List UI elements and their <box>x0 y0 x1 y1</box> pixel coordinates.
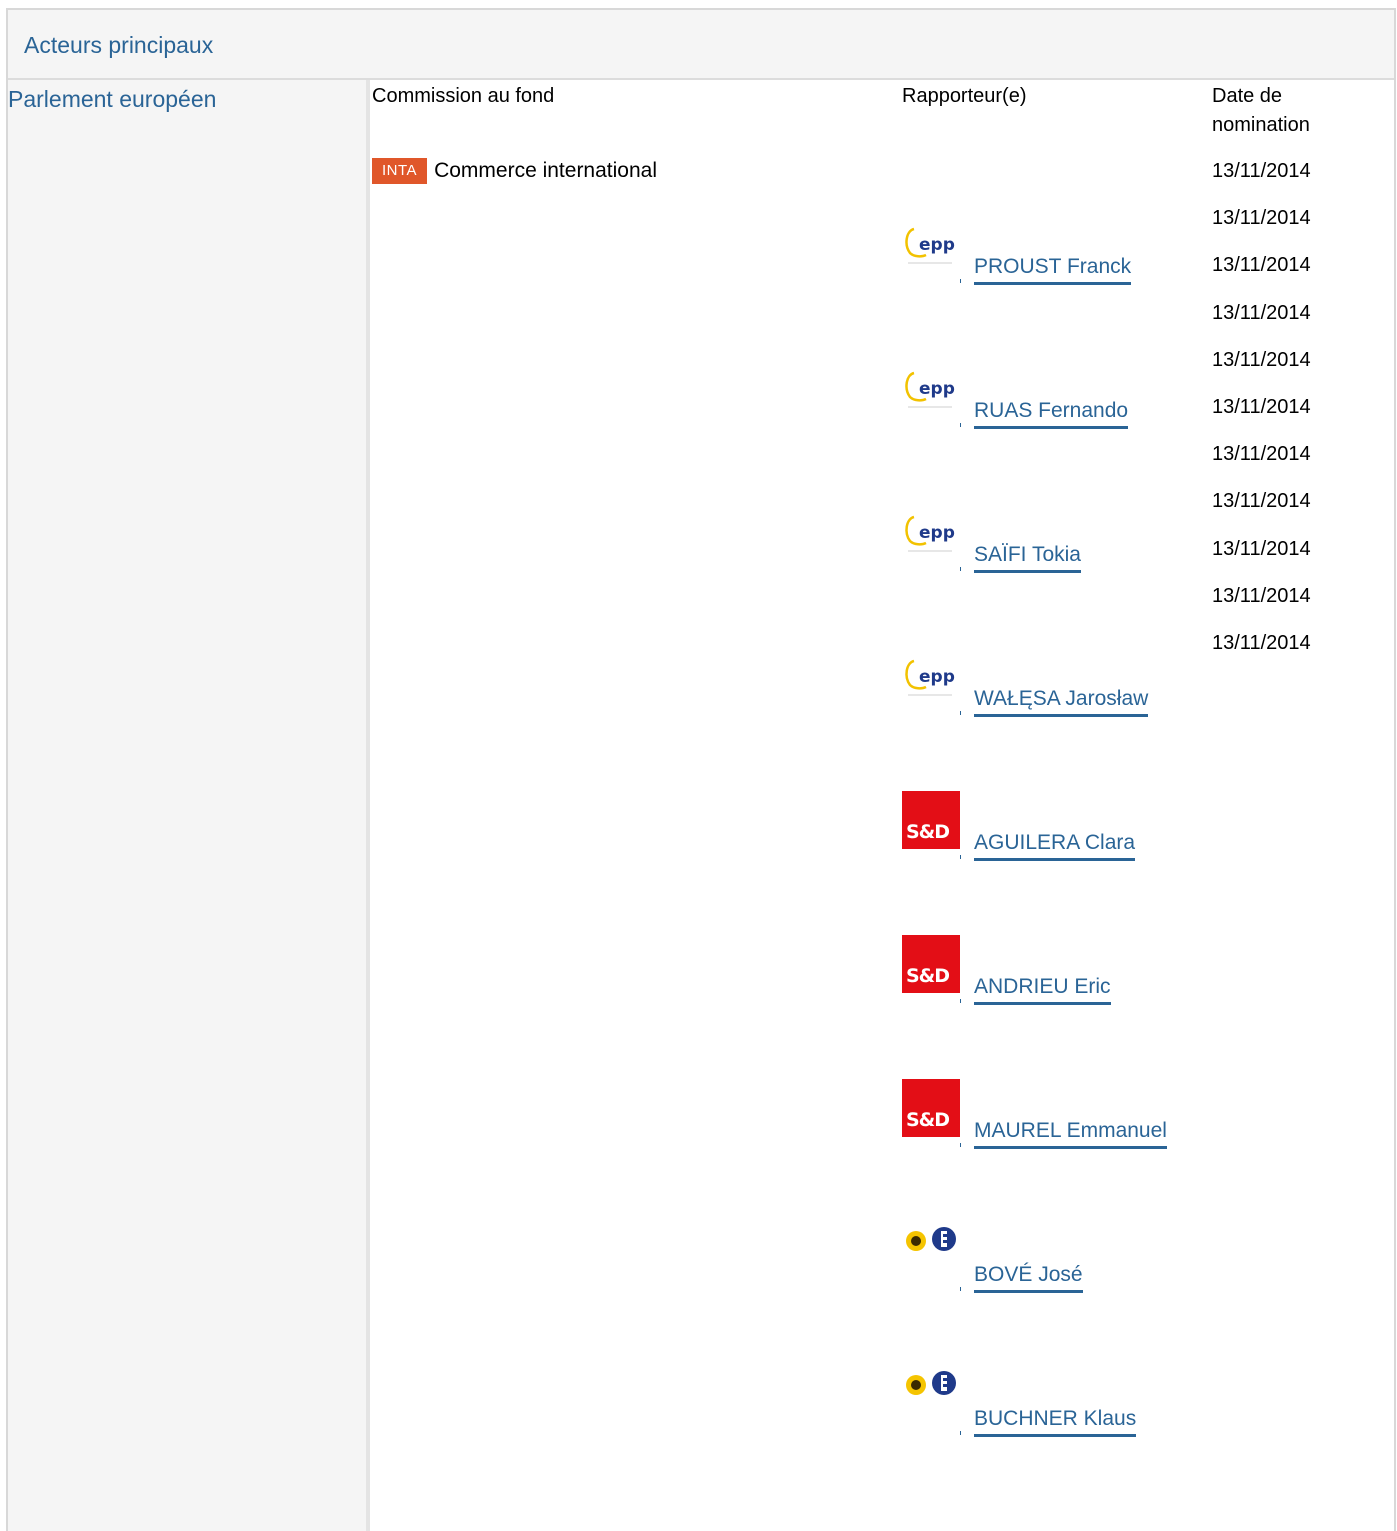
logo-link-tick <box>960 1431 961 1435</box>
rapporteur-row: BOVÉ José <box>902 1223 1202 1293</box>
rapporteur-row: epp WAŁĘSA Jarosław <box>902 647 1202 717</box>
rapporteur-column-header: Rapporteur(e) <box>902 85 1027 107</box>
logo-link-tick <box>960 1143 961 1147</box>
sd-logo-label: S&D <box>906 1109 950 1131</box>
epp-logo-icon: epp <box>902 647 960 705</box>
panel-title: Acteurs principaux <box>24 32 214 58</box>
institution-name[interactable]: Parlement européen <box>8 86 216 113</box>
rapporteur-row: S&D MAUREL Emmanuel <box>902 1079 1202 1149</box>
sd-logo-label: S&D <box>906 965 950 987</box>
logo-link-tick <box>960 423 961 427</box>
committee-name: Commerce international <box>434 159 657 182</box>
epp-logo-icon: epp <box>902 215 960 273</box>
committee-row: INTA Commerce international <box>372 158 657 184</box>
institution-column <box>8 80 370 1531</box>
rapporteur-name-link[interactable]: RUAS Fernando <box>974 399 1129 429</box>
nomination-date: 13/11/2014 <box>1212 584 1311 607</box>
nomination-date: 13/11/2014 <box>1212 537 1311 560</box>
svg-text:epp: epp <box>919 235 955 255</box>
rapporteur-name-link[interactable]: ANDRIEU Eric <box>974 975 1111 1005</box>
date-column-header: Date de nomination <box>1212 85 1310 136</box>
nomination-date: 13/11/2014 <box>1212 396 1311 418</box>
rapporteur-name-link[interactable]: BOVÉ José <box>974 1263 1083 1293</box>
committee-column-header: Commission au fond <box>372 85 555 107</box>
rapporteur-name-link[interactable]: WAŁĘSA Jarosław <box>974 687 1149 717</box>
greens-efa-logo-icon <box>902 1223 960 1281</box>
nomination-date: 13/11/2014 <box>1212 490 1311 513</box>
svg-text:epp: epp <box>919 523 955 543</box>
rapporteur-name-link[interactable]: SAÏFI Tokia <box>974 543 1081 573</box>
logo-link-tick <box>960 855 961 859</box>
sd-logo-label: S&D <box>906 821 950 843</box>
rapporteur-name-link[interactable]: AGUILERA Clara <box>974 831 1136 861</box>
epp-logo-icon: epp <box>902 503 960 561</box>
sd-logo-icon: S&D <box>902 791 960 849</box>
logo-link-tick <box>960 999 961 1003</box>
panel-header: Acteurs principaux <box>8 10 1394 80</box>
rapporteur-row: epp PROUST Franck <box>902 215 1202 285</box>
greens-efa-logo-icon <box>902 1367 960 1425</box>
nomination-date: 13/11/2014 <box>1212 254 1311 277</box>
rapporteur-row: epp RUAS Fernando <box>902 359 1202 429</box>
nomination-date: 13/11/2014 <box>1212 160 1311 182</box>
committee-badge: INTA <box>372 158 428 184</box>
rapporteur-row: BUCHNER Klaus <box>902 1367 1202 1437</box>
logo-link-tick <box>960 279 961 283</box>
svg-text:epp: epp <box>919 667 955 687</box>
nomination-date: 13/11/2014 <box>1212 443 1311 466</box>
nomination-date: 13/11/2014 <box>1212 207 1311 230</box>
epp-logo-icon: epp <box>902 359 960 417</box>
rapporteur-row: S&D ANDRIEU Eric <box>902 935 1202 1005</box>
sd-logo-icon: S&D <box>902 1079 960 1137</box>
rapporteur-row: S&D AGUILERA Clara <box>902 791 1202 861</box>
nomination-date: 13/11/2014 <box>1212 348 1311 371</box>
rapporteur-name-link[interactable]: PROUST Franck <box>974 255 1132 285</box>
logo-link-tick <box>960 711 961 715</box>
nomination-date: 13/11/2014 <box>1212 632 1311 654</box>
logo-link-tick <box>960 567 961 571</box>
logo-link-tick <box>960 1287 961 1291</box>
nomination-date: 13/11/2014 <box>1212 301 1311 324</box>
rapporteur-name-link[interactable]: MAUREL Emmanuel <box>974 1119 1167 1149</box>
rapporteur-row: epp SAÏFI Tokia <box>902 503 1202 573</box>
sd-logo-icon: S&D <box>902 935 960 993</box>
svg-text:epp: epp <box>919 379 955 399</box>
rapporteur-name-link[interactable]: BUCHNER Klaus <box>974 1407 1137 1437</box>
